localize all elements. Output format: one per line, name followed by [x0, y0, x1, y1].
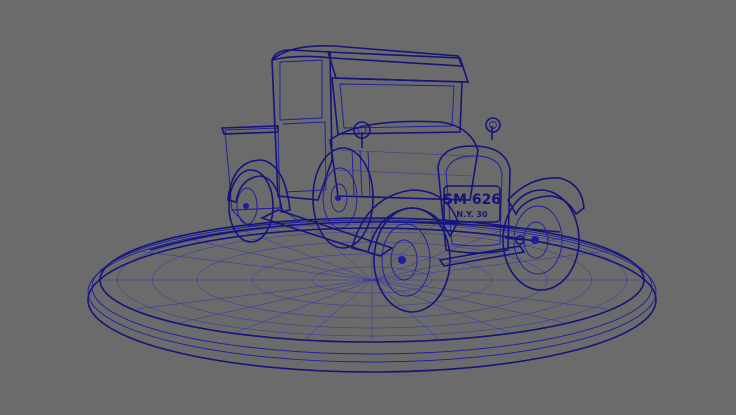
3d-viewport[interactable]: SM 626 N.Y. 30	[0, 0, 736, 415]
truck-model[interactable]: SM 626 N.Y. 30	[220, 44, 585, 313]
middle-wheel	[312, 147, 374, 249]
front-wheel-left	[373, 207, 451, 313]
front-fender-right	[507, 177, 585, 216]
wireframe-scene: SM 626 N.Y. 30	[87, 44, 657, 373]
rear-wheel	[228, 169, 274, 243]
plate-subtext: N.Y. 30	[456, 210, 488, 219]
license-plate: SM 626 N.Y. 30	[443, 185, 501, 223]
front-wheel-right	[502, 189, 580, 291]
plate-number: SM 626	[443, 192, 501, 208]
